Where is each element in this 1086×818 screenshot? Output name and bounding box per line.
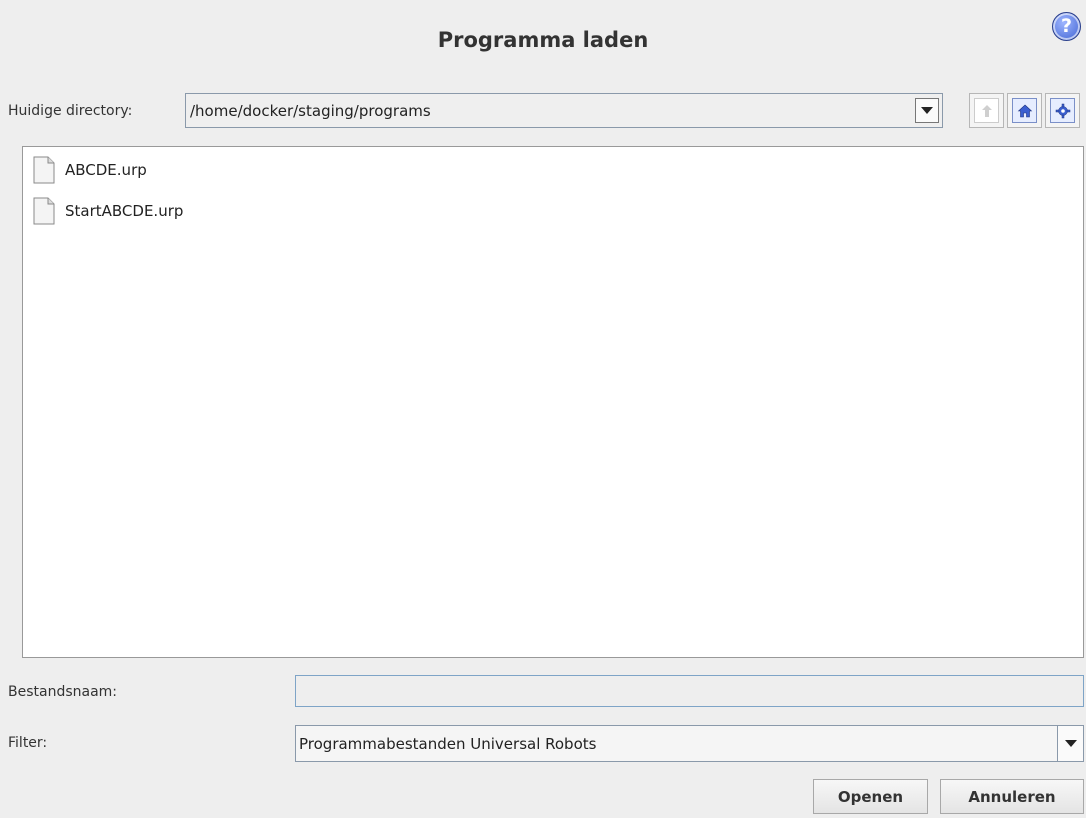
gear-icon — [1050, 98, 1075, 123]
directory-path: /home/docker/staging/programs — [190, 101, 431, 120]
filename-input[interactable] — [295, 675, 1084, 707]
help-icon[interactable]: ? — [1052, 12, 1081, 41]
up-directory-button[interactable] — [969, 93, 1004, 128]
filename-label: Bestandsnaam: — [8, 684, 118, 700]
directory-label: Huidige directory: — [8, 103, 133, 119]
settings-button[interactable] — [1045, 93, 1080, 128]
home-icon — [1012, 98, 1037, 123]
filter-select[interactable]: Programmabestanden Universal Robots — [295, 725, 1084, 762]
file-list[interactable]: ABCDE.urp StartABCDE.urp — [22, 146, 1084, 658]
file-item-startabcde[interactable]: StartABCDE.urp — [33, 196, 183, 226]
directory-select[interactable]: /home/docker/staging/programs — [185, 93, 943, 128]
chevron-down-icon[interactable] — [1057, 726, 1083, 761]
home-button[interactable] — [1007, 93, 1042, 128]
open-button[interactable]: Openen — [813, 779, 928, 814]
cancel-button[interactable]: Annuleren — [940, 779, 1084, 814]
dialog-title: Programma laden — [437, 28, 649, 52]
filter-label: Filter: — [8, 735, 48, 751]
file-icon — [33, 197, 55, 225]
file-icon — [33, 156, 55, 184]
file-name: ABCDE.urp — [65, 161, 147, 179]
chevron-down-icon[interactable] — [915, 98, 939, 123]
file-name: StartABCDE.urp — [65, 202, 184, 220]
file-item-abcde[interactable]: ABCDE.urp — [33, 155, 147, 185]
filter-value: Programmabestanden Universal Robots — [299, 734, 597, 753]
up-arrow-icon — [974, 98, 999, 123]
